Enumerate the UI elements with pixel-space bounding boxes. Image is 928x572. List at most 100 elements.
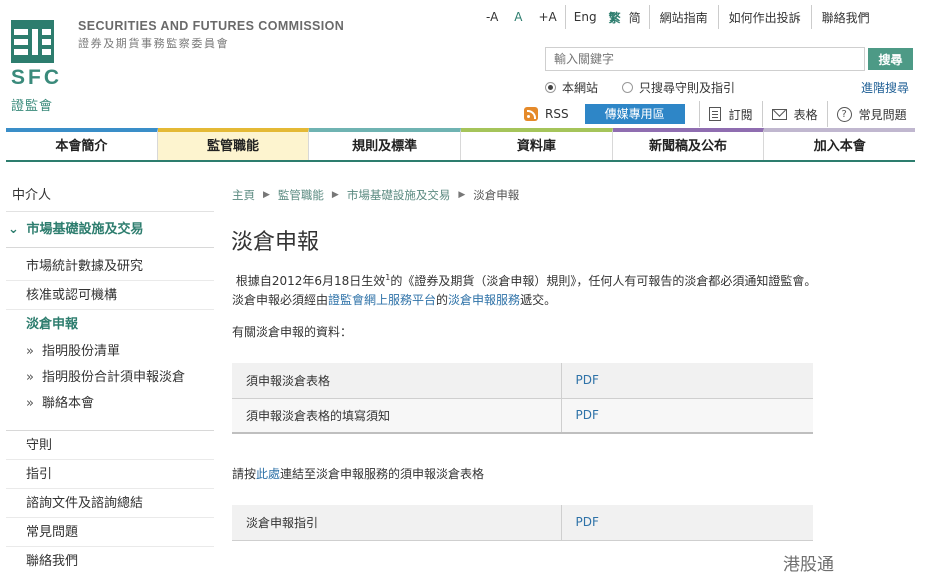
double-arrow-icon: » (26, 344, 34, 359)
note-text: 連結至淡倉申報服務的須申報淡倉表格 (280, 467, 485, 481)
nav-tab-rules-standards[interactable]: 規則及標準 (309, 128, 462, 160)
note-text: 請按 (232, 467, 257, 481)
sidebar-item-statistics[interactable]: 市場統計數據及研究 (6, 252, 214, 281)
table-row: 須申報淡倉表格 PDF (232, 363, 813, 399)
sidebar-item-intermediaries[interactable]: 中介人 (6, 176, 214, 212)
subitem-label: 指明股份合計須申報淡倉 (41, 370, 185, 385)
document-name: 淡倉申報指引 (232, 505, 562, 541)
nav-tab-databases[interactable]: 資料庫 (461, 128, 613, 160)
font-size-small-button[interactable]: -A (478, 10, 506, 24)
sitemap-link[interactable]: 網站指南 (650, 9, 718, 26)
breadcrumb-home[interactable]: 主頁 (232, 187, 255, 203)
watermark-text: 港股通 (783, 555, 834, 572)
subitem-label: 聯絡本會 (41, 396, 94, 411)
radio-unselected-icon (622, 82, 634, 93)
lang-en-link[interactable]: Eng (566, 10, 605, 24)
lang-sc-link[interactable]: 简 (625, 9, 649, 26)
forms-link[interactable]: 表格 (771, 106, 818, 123)
rss-label: RSS (545, 107, 569, 121)
intro-paragraph: 根據自2012年6月18日生效1的《證券及期貨（淡倉申報）規則》，任何人有可報告… (232, 268, 817, 310)
search-scope: 本網站 只搜尋守則及指引 (545, 79, 759, 96)
complaint-link[interactable]: 如何作出投訴 (719, 9, 811, 26)
faq-label: 常見問題 (858, 107, 907, 122)
search-input[interactable] (545, 47, 865, 71)
font-size-normal-button[interactable]: A (506, 10, 530, 24)
media-area-button[interactable]: 傳媒專用區 (584, 104, 685, 124)
subscribe-icon (708, 107, 721, 121)
divider (761, 101, 763, 127)
sidebar-item-contact-us[interactable]: 聯絡我們 (6, 547, 214, 572)
org-name-cn: 證券及期貨事務監察委員會 (78, 37, 230, 50)
sfc-online-portal-link[interactable]: 證監會網上服務平台 (328, 293, 436, 307)
sidebar-item-short-position[interactable]: 淡倉申報 (6, 310, 214, 339)
scope-site-radio[interactable]: 本網站 (545, 79, 598, 96)
search-button[interactable]: 搜尋 (868, 48, 913, 70)
rss-icon (524, 107, 538, 121)
org-name-en: SECURITIES AND FUTURES COMMISSION (78, 19, 345, 33)
sidebar-item-codes[interactable]: 守則 (6, 431, 214, 460)
sidebar-item-consultations[interactable]: 諮詢文件及諮詢總結 (6, 489, 214, 518)
chevron-right-icon: ▶ (331, 190, 339, 200)
tool-row: RSS 傳媒專用區 訂閱 表格 ? 常見問題 (524, 101, 907, 127)
contact-link[interactable]: 聯絡我們 (812, 9, 880, 26)
info-heading: 有關淡倉申報的資料： (232, 325, 353, 339)
here-link[interactable]: 此處 (256, 467, 280, 481)
breadcrumb-market-infrastructure[interactable]: 市場基礎設施及交易 (347, 187, 451, 203)
chevron-right-icon: ▶ (458, 190, 466, 200)
pdf-link[interactable]: PDF (561, 505, 813, 541)
font-size-large-button[interactable]: +A (531, 10, 565, 24)
page-title: 淡倉申報 (231, 230, 320, 255)
lang-tc-link[interactable]: 繁 (605, 9, 625, 26)
scope-site-label: 本網站 (562, 81, 599, 95)
document-name: 須申報淡倉表格 (232, 363, 562, 399)
divider (6, 417, 214, 431)
scope-rules-label: 只搜尋守則及指引 (639, 81, 736, 95)
sidebar-item-guidelines[interactable]: 指引 (6, 460, 214, 489)
sidebar-item-authorized-institutions[interactable]: 核准或認可機構 (6, 281, 214, 310)
sfc-logo[interactable]: SFC 證監會 (11, 20, 59, 117)
intro-text: 根據自2012年6月18日生效 (235, 274, 386, 288)
pdf-link[interactable]: PDF (561, 398, 813, 434)
subscribe-link[interactable]: 訂閱 (708, 106, 753, 123)
table-row: 淡倉申報指引 PDF (232, 505, 813, 541)
logo-cn-text: 證監會 (11, 99, 54, 114)
nav-tab-regulatory-functions[interactable]: 監管職能 (157, 128, 310, 160)
sidebar-subitem-contact[interactable]: » 聯絡本會 (6, 391, 214, 417)
advanced-search-link[interactable]: 進階搜尋 (861, 79, 909, 96)
breadcrumb: 主頁 ▶ 監管職能 ▶ 市場基礎設施及交易 ▶ 淡倉申報 (232, 187, 519, 203)
form-link-note: 請按此處連結至淡倉申報服務的須申報淡倉表格 (232, 465, 484, 482)
double-arrow-icon: » (26, 370, 34, 385)
sidebar-subitem-specified-shares[interactable]: » 指明股份清單 (6, 339, 214, 365)
divider (698, 101, 700, 127)
rss-link[interactable]: RSS (524, 107, 569, 121)
short-position-service-link[interactable]: 淡倉申報服務 (448, 293, 520, 307)
sidebar: 中介人 ⌄ 市場基礎設施及交易 市場統計數據及研究 核准或認可機構 淡倉申報 »… (6, 176, 214, 572)
pdf-link[interactable]: PDF (561, 363, 813, 399)
sidebar-subitem-aggregated-short[interactable]: » 指明股份合計須申報淡倉 (6, 365, 214, 391)
sidebar-section-market-infrastructure[interactable]: ⌄ 市場基礎設施及交易 (6, 212, 214, 248)
utility-bar: -A A +A Eng 繁 简 網站指南 如何作出投訴 聯絡我們 (478, 5, 880, 29)
scope-rules-radio[interactable]: 只搜尋守則及指引 (622, 79, 735, 96)
sidebar-section-label: 市場基礎設施及交易 (26, 222, 144, 237)
faq-link[interactable]: ? 常見問題 (836, 106, 907, 123)
document-name: 須申報淡倉表格的填寫須知 (232, 398, 562, 434)
breadcrumb-regulatory[interactable]: 監管職能 (278, 187, 324, 203)
question-icon: ? (836, 106, 852, 122)
double-arrow-icon: » (26, 396, 34, 411)
radio-selected-icon (545, 82, 556, 93)
chevron-right-icon: ▶ (263, 190, 270, 200)
intro-text: 的 (436, 293, 449, 307)
nav-tab-news[interactable]: 新聞稿及公布 (612, 128, 765, 160)
sidebar-item-faq[interactable]: 常見問題 (6, 518, 214, 547)
divider (826, 101, 828, 127)
chevron-down-icon: ⌄ (8, 222, 19, 237)
subscribe-label: 訂閱 (728, 107, 753, 122)
nav-tab-about[interactable]: 本會簡介 (6, 128, 158, 160)
table-row: 須申報淡倉表格的填寫須知 PDF (232, 398, 813, 434)
guidance-table: 淡倉申報指引 PDF (232, 505, 813, 541)
logo-text: SFC (11, 66, 62, 89)
nav-tab-careers[interactable]: 加入本會 (764, 128, 916, 160)
intro-text: 遞交。 (520, 293, 557, 307)
documents-table: 須申報淡倉表格 PDF 須申報淡倉表格的填寫須知 PDF (232, 363, 813, 434)
forms-icon (771, 108, 787, 120)
